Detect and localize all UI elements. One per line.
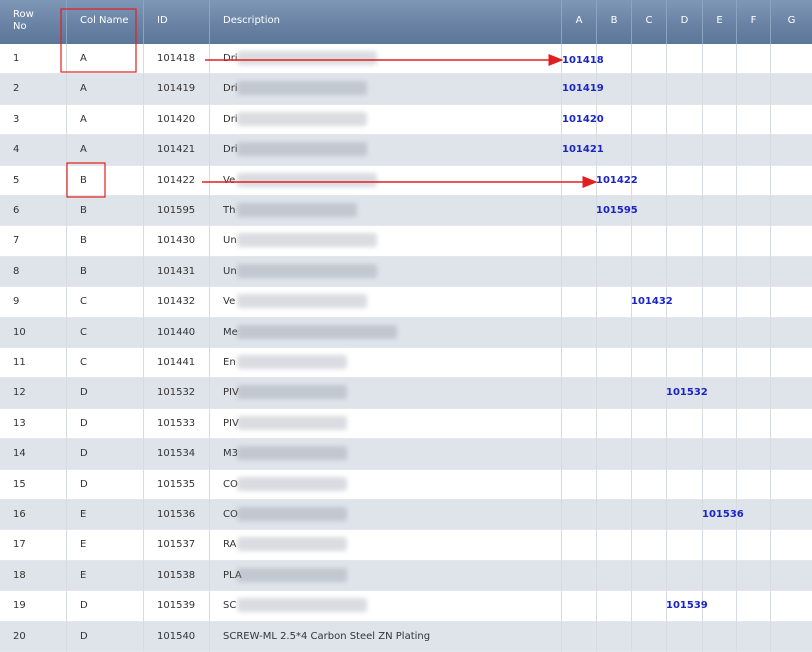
annotation-overlay [60, 8, 598, 198]
highlight-box-col-name-a [60, 8, 137, 73]
highlight-box-col-name-b [66, 162, 106, 198]
